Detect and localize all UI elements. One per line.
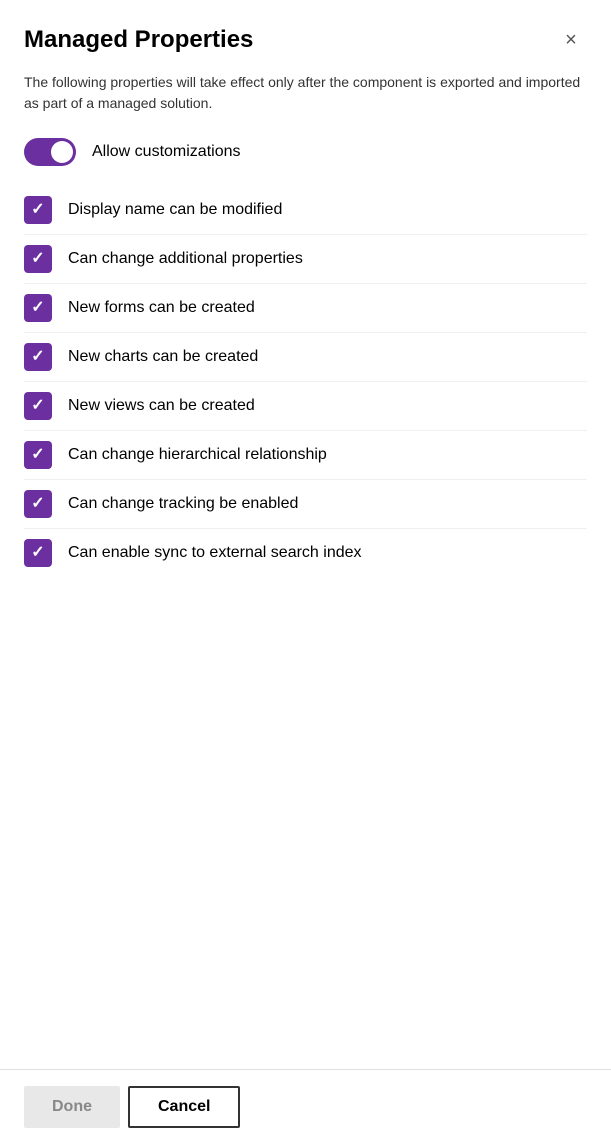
customizations-toggle[interactable] [24,138,76,166]
checkbox-row[interactable]: ✓ Can change hierarchical relationship [24,431,587,480]
checkmark-icon-6: ✓ [31,496,44,512]
checkbox-label-7: Can enable sync to external search index [68,544,362,562]
checkbox-box-6[interactable]: ✓ [24,490,52,518]
managed-properties-dialog: Managed Properties × The following prope… [0,0,611,1144]
dialog-footer: Done Cancel [0,1069,611,1144]
checkbox-row[interactable]: ✓ New views can be created [24,382,587,431]
dialog-title: Managed Properties [24,26,253,54]
checkbox-list: ✓ Display name can be modified ✓ Can change… [24,186,587,577]
checkbox-label-3: New charts can be created [68,348,258,366]
checkbox-box-3[interactable]: ✓ [24,343,52,371]
toggle-label: Allow customizations [92,143,241,161]
checkmark-icon-1: ✓ [31,251,44,267]
checkbox-row[interactable]: ✓ New forms can be created [24,284,587,333]
close-button[interactable]: × [555,24,587,56]
cancel-button[interactable]: Cancel [128,1086,240,1128]
allow-customizations-toggle-row: Allow customizations [24,138,587,166]
done-button[interactable]: Done [24,1086,120,1128]
checkmark-icon-0: ✓ [31,202,44,218]
checkbox-row[interactable]: ✓ New charts can be created [24,333,587,382]
checkbox-row[interactable]: ✓ Can change tracking be enabled [24,480,587,529]
toggle-thumb [51,141,73,163]
checkbox-box-5[interactable]: ✓ [24,441,52,469]
checkbox-row[interactable]: ✓ Can change additional properties [24,235,587,284]
checkbox-box-2[interactable]: ✓ [24,294,52,322]
checkmark-icon-3: ✓ [31,349,44,365]
checkmark-icon-4: ✓ [31,398,44,414]
checkbox-label-5: Can change hierarchical relationship [68,446,327,464]
checkbox-box-0[interactable]: ✓ [24,196,52,224]
checkbox-label-1: Can change additional properties [68,250,303,268]
dialog-header: Managed Properties × [24,24,587,56]
checkmark-icon-5: ✓ [31,447,44,463]
checkbox-label-4: New views can be created [68,397,255,415]
dialog-content: Managed Properties × The following prope… [0,0,611,1069]
checkbox-box-7[interactable]: ✓ [24,539,52,567]
checkbox-row[interactable]: ✓ Can enable sync to external search inde… [24,529,587,577]
dialog-description: The following properties will take effec… [24,72,587,114]
toggle-track[interactable] [24,138,76,166]
checkbox-label-2: New forms can be created [68,299,255,317]
checkmark-icon-2: ✓ [31,300,44,316]
checkbox-label-6: Can change tracking be enabled [68,495,298,513]
checkbox-box-1[interactable]: ✓ [24,245,52,273]
checkbox-box-4[interactable]: ✓ [24,392,52,420]
checkbox-label-0: Display name can be modified [68,201,282,219]
checkmark-icon-7: ✓ [31,545,44,561]
checkbox-row[interactable]: ✓ Display name can be modified [24,186,587,235]
